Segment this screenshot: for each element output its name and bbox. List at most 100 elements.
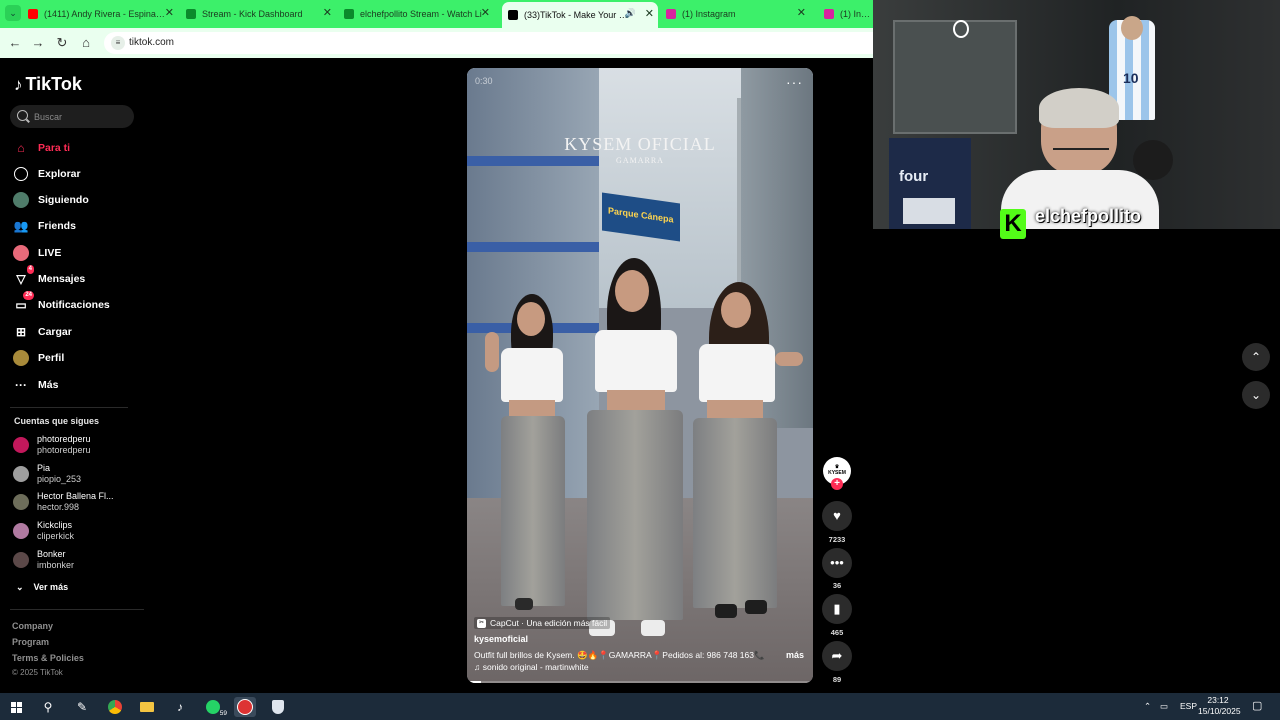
nav-perfil[interactable]: Perfil [12, 348, 64, 368]
footer-link-company[interactable]: Company [12, 621, 53, 631]
file-explorer-icon[interactable] [136, 697, 158, 717]
tab-title: elchefpollito Stream - Watch Li [360, 9, 482, 19]
obs-icon[interactable] [234, 697, 256, 717]
followed-account[interactable]: Bonker imbonker [13, 549, 133, 571]
save-count: 465 [830, 628, 844, 637]
nav-cargar[interactable]: ⊞ Cargar [12, 322, 72, 342]
account-name: Hector Ballena Fl... [37, 491, 114, 501]
video-player[interactable]: Parque Cánepa KYSEM OFICIAL GAMARRA 0:30… [467, 68, 813, 683]
close-tab-icon[interactable]: ✕ [165, 8, 174, 19]
nav-live[interactable]: LIVE [12, 243, 61, 263]
tab-kick-dashboard[interactable]: Stream - Kick Dashboard ✕ [186, 3, 336, 25]
creator-avatar[interactable]: ♛ KYSEM + [823, 457, 851, 490]
share-button[interactable]: ➦ [822, 641, 852, 671]
fridge-cans [903, 198, 955, 224]
instagram-favicon-icon [824, 9, 834, 19]
tab-title: Stream - Kick Dashboard [202, 9, 303, 19]
nav-notificaciones[interactable]: ▭ 24 Notificaciones [12, 291, 110, 315]
nav-explorar[interactable]: Explorar [12, 164, 81, 184]
avatar [13, 494, 29, 510]
previous-video-button[interactable]: ⌃ [1242, 343, 1270, 371]
network-icon[interactable]: ▭ [1160, 701, 1168, 712]
tiktok-note-icon: ♪ [14, 75, 23, 94]
tab-instagram-2[interactable]: (1) Instag [824, 3, 873, 25]
upload-icon: ⊞ [15, 325, 27, 339]
save-button[interactable]: ▮ [822, 594, 852, 624]
nav-para-ti[interactable]: ⌂ Para ti [12, 138, 70, 158]
tiktok-logo[interactable]: ♪ TikTok [14, 74, 82, 95]
followed-account[interactable]: Kickclips cliperkick [13, 520, 133, 542]
webcam-overlay: 10 four [873, 0, 1280, 229]
language-indicator[interactable]: ESP [1180, 701, 1197, 711]
nav-siguiendo[interactable]: Siguiendo [12, 190, 89, 210]
capcut-tag[interactable]: ✂ CapCut · Una edición más fácil [474, 617, 611, 629]
more-options-icon[interactable]: ··· [786, 74, 803, 90]
tab-tiktok[interactable]: (33)TikTok - Make Your Day 🔊 ✕ [502, 2, 658, 28]
bookmark-icon: ▮ [833, 601, 841, 616]
chrome-icon[interactable] [104, 697, 126, 717]
shield-app-icon[interactable] [267, 697, 289, 717]
system-clock[interactable]: 23:12 15/10/2025 [1198, 695, 1241, 717]
nav-mas[interactable]: ··· Más [12, 375, 58, 395]
whatsapp-badge: 59 [218, 710, 228, 717]
home-icon[interactable]: ⌂ [78, 35, 94, 51]
close-tab-icon[interactable]: ✕ [645, 9, 654, 20]
close-tab-icon[interactable]: ✕ [323, 8, 332, 19]
followed-account[interactable]: Hector Ballena Fl... hector.998 [13, 491, 133, 513]
tab-youtube[interactable]: (1411) Andy Rivera - Espina de ✕ [28, 3, 178, 25]
site-info-icon[interactable]: ≡ [111, 36, 125, 50]
follow-plus-icon[interactable]: + [831, 478, 843, 490]
nav-friends[interactable]: 👥 Friends [12, 216, 76, 236]
copyright: © 2025 TikTok [12, 668, 63, 677]
compass-icon [12, 165, 30, 183]
followed-account[interactable]: photoredperu photoredperu [13, 434, 133, 456]
browser-toolbar: ← → ↻ ⌂ ≡ tiktok.com [0, 28, 874, 58]
close-tab-icon[interactable]: ✕ [481, 8, 490, 19]
chevron-up-icon: ⌃ [1250, 350, 1262, 364]
tiktok-app-icon[interactable]: ♪ [169, 697, 191, 717]
search-icon[interactable]: ⚲ [37, 697, 59, 717]
tiktok-favicon-icon [508, 10, 518, 20]
divider [10, 609, 144, 610]
address-bar[interactable]: ≡ tiktok.com [104, 32, 874, 54]
footer-link-program[interactable]: Program [12, 637, 49, 647]
windows-start-icon[interactable] [5, 697, 27, 717]
video-progress-bar[interactable] [467, 681, 813, 683]
chevron-up-icon[interactable]: ⌃ [1144, 701, 1151, 712]
followed-account[interactable]: Pia piopio_253 [13, 463, 133, 485]
reload-icon[interactable]: ↻ [54, 35, 70, 51]
app-icon[interactable]: ✎ [71, 697, 93, 717]
tab-instagram[interactable]: (1) Instagram ✕ [666, 3, 810, 25]
dancer-center [581, 258, 691, 648]
see-more-button[interactable]: ⌄ Ver más [16, 582, 78, 593]
youtube-favicon-icon [28, 9, 38, 19]
comment-button[interactable]: ••• [822, 548, 852, 578]
like-button[interactable]: ♥ [822, 501, 852, 531]
more-icon: ··· [15, 378, 27, 392]
tab-search-button[interactable]: ⌄ [5, 5, 21, 21]
notifications-center-icon[interactable]: ▢ [1252, 699, 1262, 712]
nav-label: Notificaciones [38, 299, 110, 311]
description-more-link[interactable]: más [786, 650, 804, 660]
back-arrow-icon[interactable]: ← [7, 35, 23, 51]
footer-link-terms[interactable]: Terms & Policies [12, 653, 84, 663]
instagram-favicon-icon [666, 9, 676, 19]
tab-kick-stream[interactable]: elchefpollito Stream - Watch Li ✕ [344, 3, 494, 25]
audio-playing-icon[interactable]: 🔊 [625, 8, 636, 19]
next-video-button[interactable]: ⌄ [1242, 381, 1270, 409]
search-input[interactable] [32, 109, 131, 125]
video-sound[interactable]: ♫ sonido original - martinwhite [474, 662, 589, 672]
forward-arrow-icon[interactable]: → [30, 35, 46, 51]
tab-title: (1) Instag [840, 9, 873, 19]
messages-badge: 4 [26, 265, 34, 274]
nav-label: Perfil [38, 352, 65, 364]
friends-icon: 👥 [13, 219, 29, 233]
video-author[interactable]: kysemoficial [474, 634, 528, 644]
video-timestamp: 0:30 [475, 76, 493, 86]
capcut-icon: ✂ [477, 618, 486, 628]
close-tab-icon[interactable]: ✕ [797, 8, 806, 19]
avatar [13, 523, 29, 539]
whatsapp-icon[interactable]: 59 [202, 697, 228, 717]
nav-mensajes[interactable]: ▽ 4 Mensajes [12, 265, 85, 289]
nav-label: Cargar [38, 326, 72, 338]
